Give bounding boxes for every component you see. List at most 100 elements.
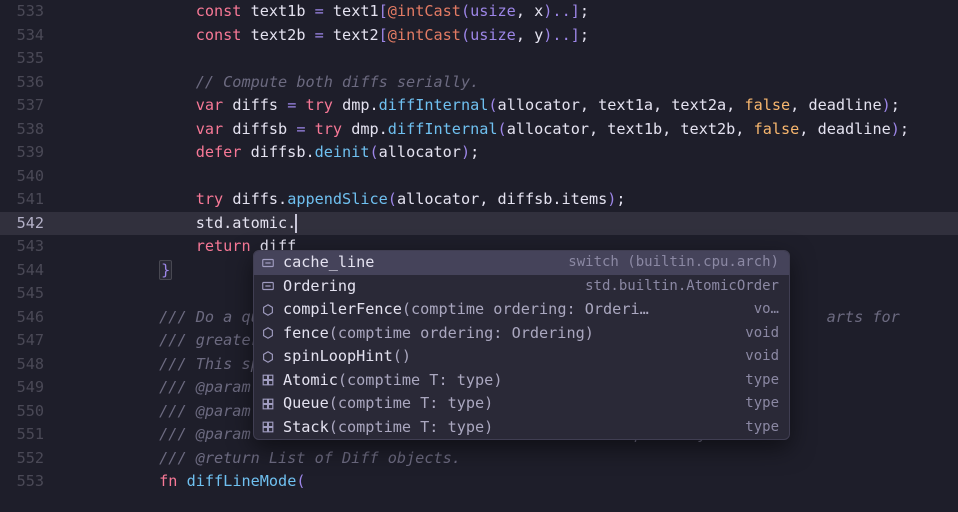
code-content[interactable]: var diffs = try dmp.diffInternal(allocat… xyxy=(66,94,900,118)
method-icon xyxy=(260,302,275,317)
token-ident: allocator, diffsb.items xyxy=(397,190,607,208)
method-icon xyxy=(260,349,275,364)
code-content[interactable]: /// @return List of Diff objects. xyxy=(66,447,461,471)
autocomplete-item[interactable]: cache_line switch (builtin.cpu.arch) xyxy=(254,251,789,275)
token-op: ( xyxy=(388,190,397,208)
autocomplete-item[interactable]: fence(comptime ordering: Ordering)void xyxy=(254,322,789,346)
line-number: 552 xyxy=(0,447,66,471)
token-op: ] xyxy=(571,26,580,44)
token-op: } xyxy=(159,260,172,280)
token-keyword: defer xyxy=(196,143,242,161)
token-ident: , y xyxy=(516,26,543,44)
token-ident: ; xyxy=(470,143,479,161)
code-content[interactable]: try diffs.appendSlice(allocator, diffsb.… xyxy=(66,188,626,212)
code-line[interactable]: 536 // Compute both diffs serially. xyxy=(0,71,958,95)
token-ident xyxy=(305,120,314,138)
token-keyword: try xyxy=(306,96,333,114)
code-content[interactable]: const text1b = text1[@intCast(usize, x).… xyxy=(66,0,589,24)
code-line[interactable]: 552 /// @return List of Diff objects. xyxy=(0,447,958,471)
code-line[interactable]: 553 fn diffLineMode( xyxy=(0,470,958,494)
code-line[interactable]: 533 const text1b = text1[@intCast(usize,… xyxy=(0,0,958,24)
struct-icon xyxy=(260,396,275,411)
autocomplete-item[interactable]: spinLoopHint()void xyxy=(254,345,789,369)
code-content[interactable]: // Compute both diffs serially. xyxy=(66,71,479,95)
line-number: 534 xyxy=(0,24,66,48)
token-builtin: @intCast xyxy=(388,2,461,20)
line-number: 540 xyxy=(0,165,66,189)
token-ident: diffsb. xyxy=(241,143,314,161)
token-func: diffInternal xyxy=(379,96,489,114)
autocomplete-item-hint: switch (builtin.cpu.arch) xyxy=(568,251,779,275)
token-ident: dmp. xyxy=(333,96,379,114)
autocomplete-item-label: Atomic(comptime T: type) xyxy=(283,369,737,393)
token-op: .. xyxy=(552,26,570,44)
line-number: 551 xyxy=(0,423,66,447)
autocomplete-item-hint: void xyxy=(745,345,779,369)
code-line[interactable]: 541 try diffs.appendSlice(allocator, dif… xyxy=(0,188,958,212)
autocomplete-popup[interactable]: cache_line switch (builtin.cpu.arch)Order… xyxy=(253,250,790,440)
token-keyword: try xyxy=(315,120,342,138)
line-number: 550 xyxy=(0,400,66,424)
token-keyword: var xyxy=(196,120,223,138)
token-ident xyxy=(296,96,305,114)
code-content[interactable]: } xyxy=(66,259,172,283)
code-editor[interactable]: 533 const text1b = text1[@intCast(usize,… xyxy=(0,0,958,512)
token-ident: allocator, text1a, text2a, xyxy=(498,96,745,114)
code-line[interactable]: 539 defer diffsb.deinit(allocator); xyxy=(0,141,958,165)
autocomplete-item-hint: type xyxy=(745,369,779,393)
token-op: ( xyxy=(498,120,507,138)
token-ident: ; xyxy=(900,120,909,138)
code-line[interactable]: 538 var diffsb = try dmp.diffInternal(al… xyxy=(0,118,958,142)
token-keyword: return xyxy=(196,237,251,255)
line-number: 548 xyxy=(0,353,66,377)
const-icon xyxy=(260,255,275,270)
autocomplete-item-label: fence(comptime ordering: Ordering) xyxy=(283,322,737,346)
token-builtin: @intCast xyxy=(388,26,461,44)
token-ident: allocator xyxy=(379,143,461,161)
line-number: 542 xyxy=(0,212,66,236)
token-comment: // Compute both diffs serially. xyxy=(196,73,479,91)
token-keyword: var xyxy=(196,96,223,114)
token-keyword: const xyxy=(196,26,242,44)
code-line[interactable]: 534 const text2b = text2[@intCast(usize,… xyxy=(0,24,958,48)
token-ident: dmp. xyxy=(342,120,388,138)
autocomplete-item-label: Stack(comptime T: type) xyxy=(283,416,737,440)
code-content[interactable]: const text2b = text2[@intCast(usize, y).… xyxy=(66,24,589,48)
line-number: 537 xyxy=(0,94,66,118)
autocomplete-item[interactable]: compilerFence(comptime ordering: Orderi…… xyxy=(254,298,789,322)
line-number: 545 xyxy=(0,282,66,306)
code-line[interactable]: 540 xyxy=(0,165,958,189)
autocomplete-item[interactable]: Orderingstd.builtin.AtomicOrder xyxy=(254,275,789,299)
code-line[interactable]: 537 var diffs = try dmp.diffInternal(all… xyxy=(0,94,958,118)
line-number: 541 xyxy=(0,188,66,212)
token-ident: text2b xyxy=(241,26,314,44)
autocomplete-item-label: cache_line xyxy=(283,251,560,275)
const-icon xyxy=(260,279,275,294)
token-op: = xyxy=(287,96,296,114)
autocomplete-item[interactable]: Atomic(comptime T: type) type xyxy=(254,369,789,393)
code-content[interactable]: std.atomic. xyxy=(66,212,297,236)
token-op: [ xyxy=(379,26,388,44)
token-op: ) xyxy=(882,96,891,114)
token-ident: ; xyxy=(891,96,900,114)
autocomplete-item[interactable]: Queue(comptime T: type)type xyxy=(254,392,789,416)
token-ident: ; xyxy=(580,2,589,20)
token-op: ( xyxy=(296,472,305,490)
token-op: ( xyxy=(369,143,378,161)
token-doc: /// @return List of Diff objects. xyxy=(159,449,461,467)
code-content[interactable]: var diffsb = try dmp.diffInternal(alloca… xyxy=(66,118,909,142)
code-line[interactable]: 542 std.atomic. xyxy=(0,212,958,236)
code-line[interactable]: 535 xyxy=(0,47,958,71)
token-keyword: fn xyxy=(159,472,177,490)
code-content[interactable]: fn diffLineMode( xyxy=(66,470,306,494)
line-number: 543 xyxy=(0,235,66,259)
line-number: 538 xyxy=(0,118,66,142)
autocomplete-item[interactable]: Stack(comptime T: type)type xyxy=(254,416,789,440)
token-ident: , x xyxy=(516,2,543,20)
code-content[interactable]: defer diffsb.deinit(allocator); xyxy=(66,141,479,165)
token-op: ( xyxy=(461,26,470,44)
line-number: 536 xyxy=(0,71,66,95)
autocomplete-item-hint: std.builtin.AtomicOrder xyxy=(585,275,779,299)
struct-icon xyxy=(260,373,275,388)
token-ident: , deadline xyxy=(799,120,890,138)
